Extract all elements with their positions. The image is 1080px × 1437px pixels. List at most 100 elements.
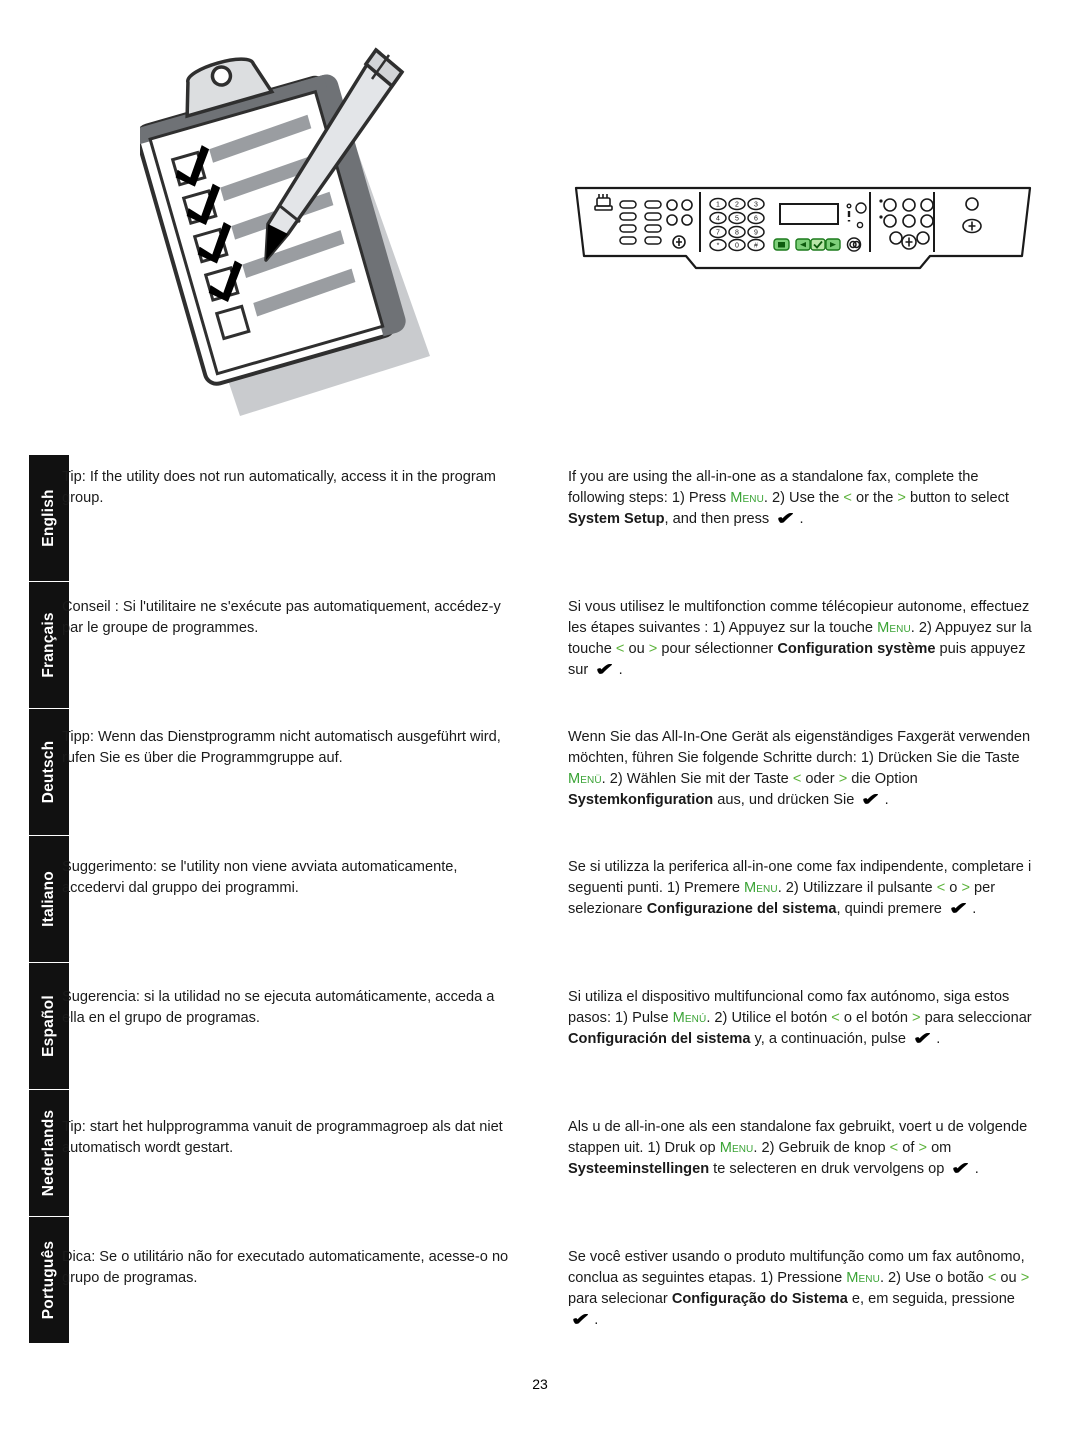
svg-text:9: 9 xyxy=(754,230,758,237)
svg-text:#: # xyxy=(754,243,758,250)
tip-paragraph: Sugerencia: si la utilidad no se ejecuta… xyxy=(62,988,495,1026)
menu-key-label: Menú xyxy=(672,1009,707,1026)
proc-text: om xyxy=(927,1139,952,1156)
check-key-icon: ✔ xyxy=(861,789,881,809)
menu-key-label: Menü xyxy=(568,770,602,787)
proc-text: or the xyxy=(851,489,898,506)
proc-text: ou xyxy=(624,640,649,657)
menu-key-label: Menu xyxy=(719,1139,754,1156)
lcd-display xyxy=(779,203,839,225)
proc-text: . xyxy=(884,791,889,808)
section-english: Tip: If the utility does not run automat… xyxy=(0,452,1080,582)
right-arrow-key: > xyxy=(918,1139,928,1156)
proc-text: o xyxy=(945,879,962,896)
proc-text: die Option xyxy=(847,770,918,787)
proc-text: pour sélectionner xyxy=(657,640,778,657)
proc-text: . 2) Wählen Sie mit der Taste xyxy=(601,770,793,787)
check-key-icon: ✔ xyxy=(913,1028,933,1048)
section-francais: Conseil : Si l'utilitaire ne s'exécute p… xyxy=(0,582,1080,712)
procedure-paragraph: Si vous utilisez le multifonction comme … xyxy=(568,597,1036,681)
proc-text: aus, und drücken Sie xyxy=(713,791,859,808)
proc-text: Wenn Sie das All-In-One Gerät als eigens… xyxy=(568,728,1031,766)
proc-text: oder xyxy=(801,770,839,787)
control-panel-illustration: 1 2 3 4 5 6 7 8 9 * 0 # xyxy=(574,186,1032,270)
svg-text:8: 8 xyxy=(735,230,739,237)
procedure-paragraph: Als u de all-in-one als een standalone f… xyxy=(568,1117,1036,1180)
illustration-band: 1 2 3 4 5 6 7 8 9 * 0 # xyxy=(0,0,1080,440)
right-arrow-key: > xyxy=(897,489,906,506)
proc-text: , and then press xyxy=(664,510,774,527)
procedure-paragraph: Si utiliza el dispositivo multifuncional… xyxy=(568,987,1036,1050)
procedure-paragraph: If you are using the all-in-one as a sta… xyxy=(568,467,1036,530)
proc-text: . 2) Gebruik de knop xyxy=(753,1139,890,1156)
svg-text:4: 4 xyxy=(716,216,720,223)
proc-text: . xyxy=(618,661,623,678)
menu-path-term: Configuração do Sistema xyxy=(671,1290,848,1307)
tip-paragraph: Tipp: Wenn das Dienstprogramm nicht auto… xyxy=(62,728,501,766)
left-arrow-key: < xyxy=(843,489,852,506)
tip-paragraph: Tip: start het hulpprogramma vanuit de p… xyxy=(62,1118,503,1156)
left-arrow-key: < xyxy=(936,879,946,896)
tip-paragraph: Dica: Se o utilitário não for executado … xyxy=(62,1248,509,1286)
right-arrow-key: > xyxy=(1020,1269,1030,1286)
check-key-icon: ✔ xyxy=(951,1158,971,1178)
page-number: 23 xyxy=(532,1376,548,1392)
check-key-icon: ✔ xyxy=(595,659,615,679)
proc-text: . xyxy=(936,1030,941,1047)
menu-key-label: Menu xyxy=(846,1269,880,1286)
proc-text: of xyxy=(898,1139,919,1156)
svg-text:6: 6 xyxy=(754,216,758,223)
proc-text: e, em seguida, pressione xyxy=(847,1290,1015,1307)
svg-text:2: 2 xyxy=(735,202,739,209)
check-key-icon: ✔ xyxy=(948,898,969,918)
proc-text: button to select xyxy=(905,489,1009,506)
svg-text:3: 3 xyxy=(754,202,758,209)
proc-text: . xyxy=(799,510,804,527)
left-arrow-key: < xyxy=(831,1009,840,1026)
proc-text: ou xyxy=(996,1269,1021,1286)
svg-text:5: 5 xyxy=(735,216,739,223)
menu-path-term: Configuración del sistema xyxy=(568,1030,751,1047)
menu-key-label: Menu xyxy=(744,879,778,896)
svg-text:1: 1 xyxy=(716,202,720,209)
right-arrow-key: > xyxy=(912,1009,921,1026)
menu-path-term: Systeeminstellingen xyxy=(568,1160,710,1177)
tip-paragraph: Suggerimento: se l'utility non viene avv… xyxy=(62,858,458,896)
section-portugues: Dica: Se o utilitário não for executado … xyxy=(0,1232,1080,1362)
proc-text: para seleccionar xyxy=(920,1009,1032,1026)
proc-text: . xyxy=(972,900,977,917)
section-espanol: Sugerencia: si la utilidad no se ejecuta… xyxy=(0,972,1080,1102)
proc-text: , quindi premere xyxy=(836,900,946,917)
proc-text: para selecionar xyxy=(568,1290,672,1307)
tip-paragraph: Conseil : Si l'utilitaire ne s'exécute p… xyxy=(62,598,501,636)
proc-text: y, a continuación, pulse xyxy=(750,1030,911,1047)
svg-text:*: * xyxy=(717,243,720,250)
svg-text:7: 7 xyxy=(716,230,720,237)
menu-key-label: Menu xyxy=(730,489,764,506)
section-italiano: Suggerimento: se l'utility non viene avv… xyxy=(0,842,1080,972)
check-key-icon: ✔ xyxy=(571,1309,591,1329)
section-deutsch: Tipp: Wenn das Dienstprogramm nicht auto… xyxy=(0,712,1080,842)
menu-key-label: Menu xyxy=(877,619,911,636)
proc-text: . 2) Use o botão xyxy=(879,1269,988,1286)
proc-text: . 2) Use the xyxy=(763,489,844,506)
menu-path-term: System Setup xyxy=(568,510,665,527)
menu-path-term: Configurazione del sistema xyxy=(646,900,837,917)
proc-text: . 2) Utilizzare il pulsante xyxy=(777,879,937,896)
proc-text: o el botón xyxy=(839,1009,912,1026)
clipboard-checklist-icon xyxy=(140,47,430,416)
right-arrow-key: > xyxy=(648,640,658,657)
procedure-paragraph: Se si utilizza la periferica all-in-one … xyxy=(568,857,1036,920)
proc-text: . 2) Utilice el botón xyxy=(706,1009,832,1026)
check-key-icon: ✔ xyxy=(776,508,796,528)
procedure-paragraph: Se você estiver usando o produto multifu… xyxy=(568,1247,1036,1331)
section-nederlands: Tip: start het hulpprogramma vanuit de p… xyxy=(0,1102,1080,1232)
right-arrow-key: > xyxy=(838,770,848,787)
right-arrow-key: > xyxy=(961,879,970,896)
proc-text: . xyxy=(594,1311,599,1328)
proc-text: . xyxy=(974,1160,979,1177)
green-button-cluster xyxy=(773,238,841,251)
left-arrow-key: < xyxy=(889,1139,899,1156)
proc-text: te selecteren en druk vervolgens op xyxy=(709,1160,949,1177)
procedure-paragraph: Wenn Sie das All-In-One Gerät als eigens… xyxy=(568,727,1036,811)
